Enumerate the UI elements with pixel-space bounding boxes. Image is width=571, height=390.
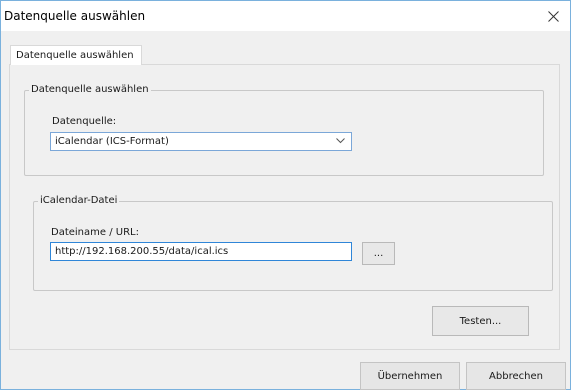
browse-button[interactable]: ... (362, 242, 395, 265)
test-button[interactable]: Testen... (432, 306, 529, 336)
close-button[interactable] (538, 2, 568, 30)
close-icon (547, 10, 559, 22)
dialog-window: Datenquelle auswählen Datenquelle auswäh… (0, 0, 571, 390)
filename-url-input[interactable]: http://192.168.200.55/data/ical.ics (50, 242, 352, 261)
datasource-selected-value: iCalendar (ICS-Format) (55, 136, 169, 147)
group-icalendar-file: iCalendar-Datei Dateiname / URL: http://… (33, 195, 553, 291)
group-icalendar-legend: iCalendar-Datei (38, 195, 120, 206)
filename-url-label: Dateiname / URL: (51, 227, 139, 238)
window-title: Datenquelle auswählen (4, 9, 146, 23)
title-bar: Datenquelle auswählen (1, 1, 570, 31)
cancel-button[interactable]: Abbrechen (466, 362, 566, 390)
tab-datenquelle-auswaehlen[interactable]: Datenquelle auswählen (10, 45, 142, 65)
group-datasource: Datenquelle auswählen Datenquelle: iCale… (24, 84, 544, 176)
datasource-label: Datenquelle: (52, 116, 117, 127)
filename-url-value: http://192.168.200.55/data/ical.ics (55, 246, 229, 257)
chevron-down-icon (336, 138, 345, 144)
tab-panel: Datenquelle auswählen Datenquelle: iCale… (9, 65, 560, 350)
datasource-select[interactable]: iCalendar (ICS-Format) (50, 132, 352, 151)
apply-button[interactable]: Übernehmen (360, 362, 460, 390)
group-datasource-legend: Datenquelle auswählen (29, 84, 151, 95)
